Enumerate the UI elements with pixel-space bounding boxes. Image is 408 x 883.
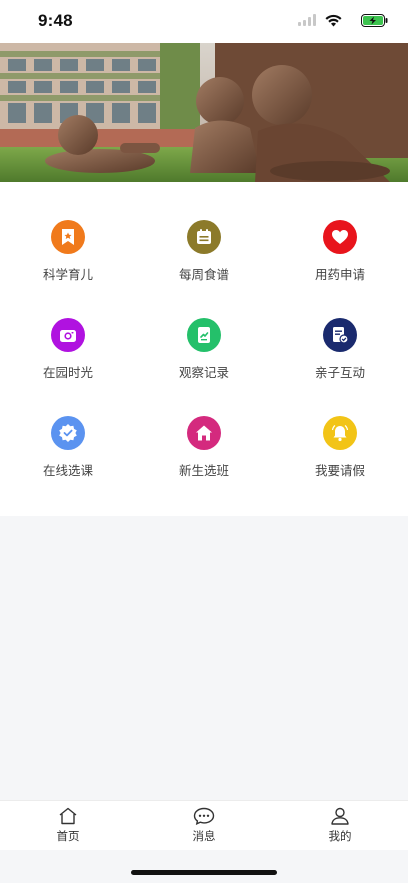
tab-messages[interactable]: 消息 (164, 807, 244, 847)
star-bookmark-icon (51, 220, 85, 254)
home-indicator[interactable] (131, 870, 277, 875)
menu-item-weekly-menu[interactable]: 每周食谱 (144, 220, 264, 300)
tab-home[interactable]: 首页 (28, 807, 108, 847)
house-icon (187, 416, 221, 450)
camera-icon (51, 318, 85, 352)
signal-icon (298, 14, 316, 26)
clipboard-check-icon (323, 318, 357, 352)
menu-item-science-parenting[interactable]: 科学育儿 (8, 220, 128, 300)
menu-item-parent-child-interaction[interactable]: 亲子互动 (280, 318, 400, 398)
menu-item-time-at-school[interactable]: 在园时光 (8, 318, 128, 398)
menu-label: 在园时光 (42, 365, 93, 380)
menu-label: 观察记录 (178, 365, 229, 380)
menu-item-medication-request[interactable]: 用药申请 (280, 220, 400, 300)
banner-photo (0, 43, 408, 182)
verified-badge-icon (51, 416, 85, 450)
tab-label: 我的 (328, 829, 352, 843)
tab-label: 消息 (192, 829, 216, 843)
tab-profile[interactable]: 我的 (300, 807, 380, 847)
document-chart-icon (187, 318, 221, 352)
menu-label: 新生选班 (178, 463, 229, 478)
menu-label: 在线选课 (42, 463, 93, 478)
banner-image[interactable] (0, 43, 408, 182)
bottom-tab-bar: 首页 消息 我的 (0, 800, 408, 850)
menu-label: 我要请假 (314, 463, 365, 478)
status-bar: 9:48 (0, 0, 408, 44)
message-bubble-icon (193, 807, 215, 825)
menu-item-request-leave[interactable]: 我要请假 (280, 416, 400, 496)
menu-label: 每周食谱 (178, 267, 229, 282)
menu-label: 用药申请 (314, 267, 365, 282)
user-icon (331, 807, 349, 825)
calendar-icon (187, 220, 221, 254)
menu-item-online-course-selection[interactable]: 在线选课 (8, 416, 128, 496)
status-time: 9:48 (38, 11, 73, 30)
menu-label: 科学育儿 (42, 267, 93, 282)
home-indicator-area (0, 850, 408, 883)
heart-icon (323, 220, 357, 254)
tab-label: 首页 (56, 829, 80, 843)
menu-item-observation-record[interactable]: 观察记录 (144, 318, 264, 398)
battery-charging-icon (361, 14, 388, 27)
bell-icon (323, 416, 357, 450)
home-icon (59, 807, 77, 825)
menu-grid: 科学育儿 每周食谱 用药申请 在园时光 观察记录 亲子互动 在线选课 新生选班 … (0, 182, 408, 516)
wifi-icon (325, 14, 342, 27)
menu-item-new-student-class-selection[interactable]: 新生选班 (144, 416, 264, 496)
menu-label: 亲子互动 (314, 365, 365, 380)
